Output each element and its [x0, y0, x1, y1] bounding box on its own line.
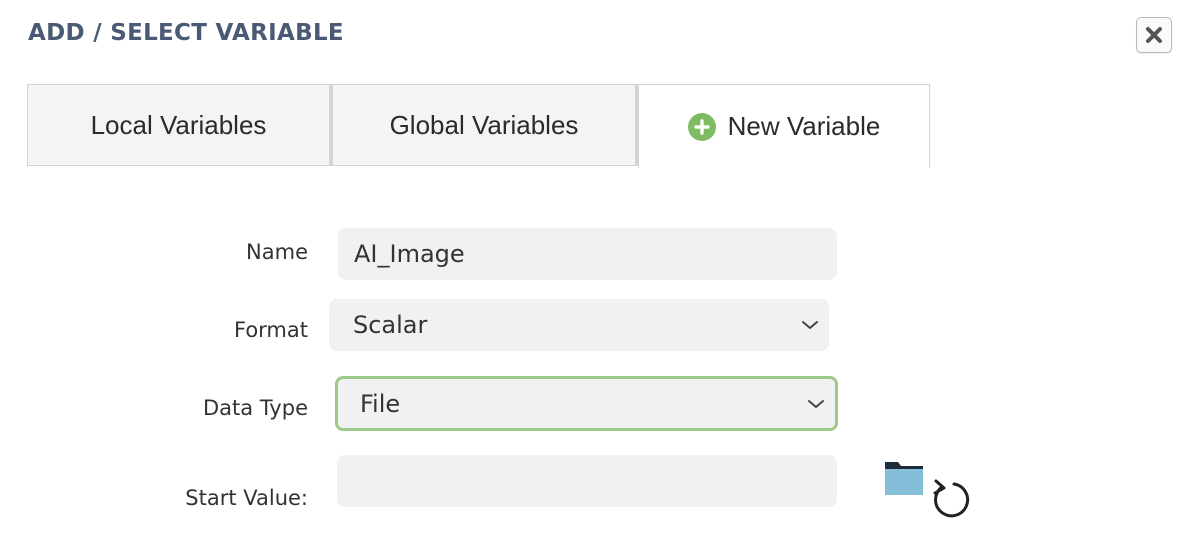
name-input[interactable]: AI_Image: [338, 228, 837, 280]
dialog-title: ADD / SELECT VARIABLE: [28, 20, 344, 46]
close-button[interactable]: [1136, 17, 1172, 53]
tab-new-variable[interactable]: New Variable: [638, 84, 930, 168]
format-select[interactable]: Scalar: [329, 299, 829, 351]
tab-label: New Variable: [727, 111, 881, 141]
chevron-down-icon: [808, 399, 824, 408]
tab-global-variables[interactable]: Global Variables: [332, 84, 638, 166]
data-type-value: File: [360, 389, 401, 418]
format-label: Format: [233, 318, 308, 342]
name-label: Name: [246, 240, 308, 264]
data-type-select[interactable]: File: [335, 376, 838, 431]
data-type-label: Data Type: [202, 396, 308, 420]
name-value: AI_Image: [354, 240, 465, 268]
plus-circle-icon: [687, 112, 716, 141]
start-value-label: Start Value:: [185, 486, 308, 510]
start-value-input[interactable]: [337, 455, 837, 507]
tab-label: Local Variables: [90, 109, 267, 140]
refresh-icon[interactable]: [930, 479, 972, 521]
close-icon: [1146, 27, 1162, 43]
folder-icon[interactable]: [884, 460, 924, 496]
tab-divider: [27, 165, 638, 166]
format-value: Scalar: [353, 311, 428, 339]
tab-local-variables[interactable]: Local Variables: [27, 84, 332, 166]
tab-label: Global Variables: [389, 109, 579, 140]
chevron-down-icon: [802, 321, 818, 329]
